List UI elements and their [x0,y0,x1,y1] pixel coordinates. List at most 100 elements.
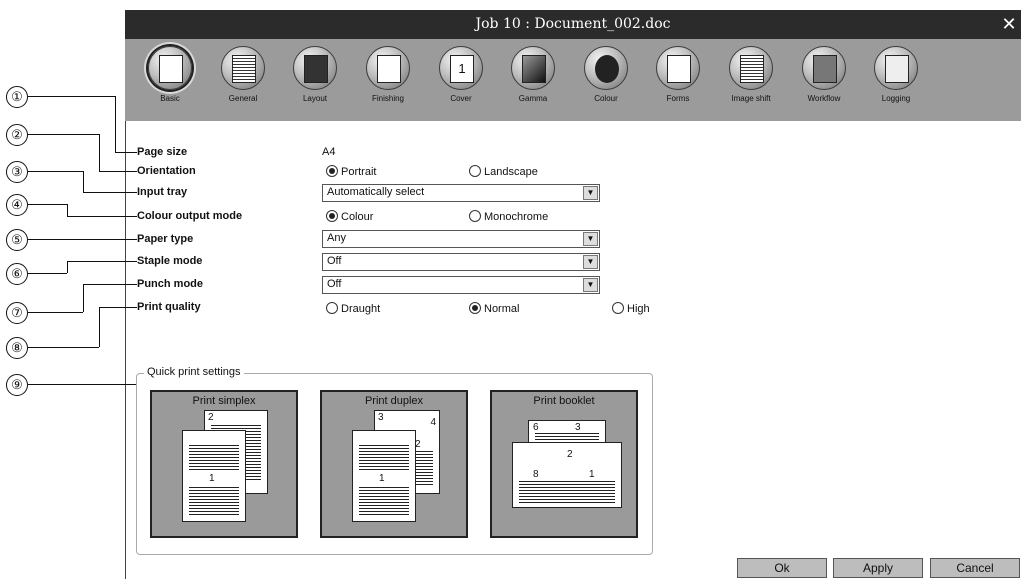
cover-icon: 1 [439,46,483,90]
leader-line [28,96,115,97]
button-label: Print duplex [364,395,424,407]
radio-selected-icon [326,165,338,177]
annotation-1: ① [6,86,28,108]
paper-type-label: Paper type [137,233,194,245]
print-duplex-button[interactable]: Print duplex 342 1 [320,390,468,538]
button-label: Print simplex [192,395,256,407]
ok-button[interactable]: Ok [737,558,827,578]
tab-label: Logging [881,94,911,103]
tab-label: Layout [302,94,328,103]
annotation-7: ⑦ [6,302,28,324]
orientation-portrait-radio[interactable]: Portrait [326,165,376,178]
tab-label: Cover [450,94,472,103]
leader-line [28,384,136,385]
paper-type-select[interactable]: Any ▼ [322,230,600,248]
window-title: Job 10 : Document_002.doc [475,16,671,32]
radio-label: Monochrome [484,211,549,223]
print-simplex-button[interactable]: Print simplex 2 1 [150,390,298,538]
tab-forms[interactable]: Forms [643,42,713,118]
select-value: Off [327,278,342,290]
page-number: 3 [378,412,384,423]
tab-finishing[interactable]: Finishing [353,42,423,118]
tab-label: Basic [160,94,180,103]
radio-unselected-icon [469,165,481,177]
normal-radio[interactable]: Normal [469,302,519,315]
draught-radio[interactable]: Draught [326,302,380,315]
leader-line [67,204,68,216]
leader-line [99,171,137,172]
forms-icon [656,46,700,90]
tab-image-shift[interactable]: Image shift [716,42,786,118]
page-number: 2 [567,449,573,460]
leader-line [99,134,100,171]
leader-line [83,171,84,192]
radio-label: Landscape [484,166,538,178]
tab-label: Image shift [731,94,771,103]
page-number: 6 [533,422,539,433]
colour-radio[interactable]: Colour [326,210,373,223]
leader-line [115,152,137,153]
input-tray-select[interactable]: Automatically select ▼ [322,184,600,202]
tab-label: Workflow [807,94,841,103]
radio-unselected-icon [612,302,624,314]
annotation-9: ⑨ [6,374,28,396]
punch-mode-select[interactable]: Off ▼ [322,276,600,294]
leader-line [67,261,68,273]
tab-cover[interactable]: 1 Cover [426,42,496,118]
leader-line [28,239,137,240]
image-shift-icon [729,46,773,90]
page-size-value: A4 [322,146,336,158]
page-number: 1 [379,473,385,484]
tab-colour[interactable]: Colour [571,42,641,118]
orientation-landscape-radio[interactable]: Landscape [469,165,538,178]
tab-label: Colour [594,94,618,103]
annotation-5: ⑤ [6,229,28,251]
finishing-icon [366,46,410,90]
tab-logging[interactable]: Logging [861,42,931,118]
general-icon [221,46,265,90]
radio-label: Normal [484,303,520,315]
select-value: Any [327,232,346,244]
tab-general[interactable]: General [208,42,278,118]
tab-label: Gamma [518,94,548,103]
page-number: 2 [208,412,214,423]
page-icon: 8 1 2 [512,442,622,508]
tab-label: General [228,94,258,103]
tab-label: Forms [666,94,690,103]
radio-unselected-icon [469,210,481,222]
radio-label: High [627,303,650,315]
apply-button[interactable]: Apply [833,558,923,578]
page-icon: 1 [352,430,416,522]
leader-line [115,96,116,152]
page-icon: 1 [182,430,246,522]
annotation-2: ② [6,124,28,146]
colour-output-mode-label: Colour output mode [137,210,243,222]
high-radio[interactable]: High [612,302,650,315]
leader-line [99,307,137,308]
leader-line [67,216,137,217]
page-number: 1 [209,473,215,484]
tab-gamma[interactable]: Gamma [498,42,568,118]
chevron-down-icon[interactable]: ▼ [583,232,598,246]
radio-label: Portrait [341,166,377,178]
button-label: Print booklet [533,395,595,407]
leader-line [28,273,67,274]
staple-mode-select[interactable]: Off ▼ [322,253,600,271]
chevron-down-icon[interactable]: ▼ [583,255,598,269]
chevron-down-icon[interactable]: ▼ [583,186,598,200]
logging-icon [874,46,918,90]
annotation-4: ④ [6,194,28,216]
tab-basic[interactable]: Basic [135,42,205,118]
tab-workflow[interactable]: Workflow [789,42,859,118]
chevron-down-icon[interactable]: ▼ [583,278,598,292]
print-booklet-button[interactable]: Print booklet 6 3 8 1 2 [490,390,638,538]
tab-layout[interactable]: Layout [280,42,350,118]
cancel-button[interactable]: Cancel [930,558,1020,578]
monochrome-radio[interactable]: Monochrome [469,210,548,223]
leader-line [83,284,137,285]
radio-selected-icon [469,302,481,314]
radio-label: Draught [341,303,381,315]
annotation-6: ⑥ [6,263,28,285]
leader-line [67,261,137,262]
close-icon[interactable]: ✕ [999,10,1019,39]
